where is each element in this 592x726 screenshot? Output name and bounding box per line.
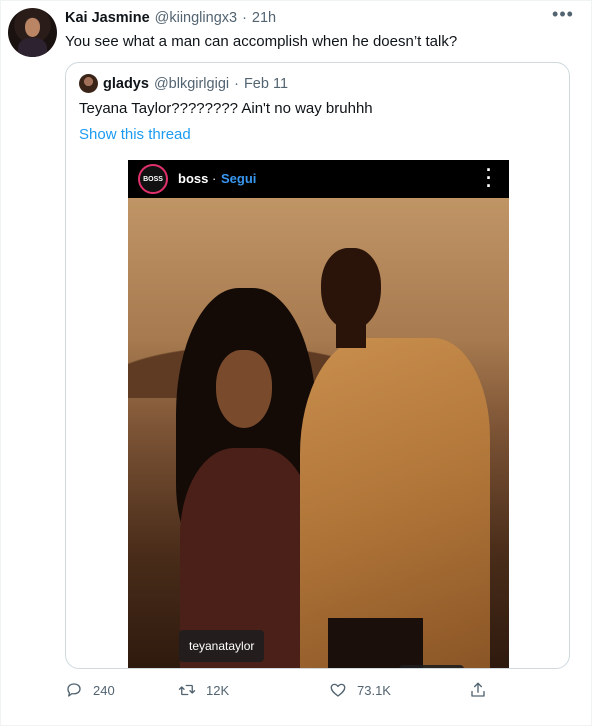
show-thread-link[interactable]: Show this thread — [79, 126, 191, 143]
tweet-text: You see what a man can accomplish when h… — [65, 33, 458, 50]
share-button[interactable] — [469, 681, 487, 699]
more-horizontal-icon[interactable]: ••• — [549, 5, 577, 27]
retweet-button[interactable]: 12K — [178, 681, 229, 699]
quoted-header-separator: · — [234, 75, 239, 92]
reply-icon — [67, 683, 81, 697]
author-handle[interactable]: @kiinglingx3 — [155, 10, 237, 26]
man-head — [321, 248, 381, 330]
instagram-username: boss — [178, 171, 209, 186]
photo-scene: teyanataylor khaby00 — [128, 198, 509, 668]
avatar-body — [18, 38, 47, 57]
man-legs — [328, 618, 423, 668]
retweet-count: 12K — [206, 682, 230, 698]
heart-icon — [330, 683, 346, 697]
tweet[interactable]: Kai Jasmine @kiinglingx3 · 21h ••• You s… — [0, 0, 592, 726]
photo-tag: teyanataylor — [179, 630, 265, 662]
quoted-author-handle: @blkgirlgigi — [153, 75, 230, 92]
like-count: 73.1K — [357, 682, 391, 698]
boss-logo: BOSS — [138, 164, 168, 194]
reply-count: 240 — [93, 682, 115, 698]
quoted-tweet[interactable]: gladys @blkgirlgigi · Feb 11 Teyana Tayl… — [65, 62, 570, 669]
instagram-follow: Segui — [221, 171, 257, 186]
quoted-header: gladys @blkgirlgigi · Feb 11 — [79, 74, 288, 93]
retweet-icon — [178, 684, 196, 696]
quoted-author-name: gladys — [103, 75, 149, 92]
quoted-text: Teyana Taylor???????? Ain't no way bruhh… — [79, 100, 373, 117]
woman-face — [216, 350, 272, 428]
quoted-avatar — [79, 74, 98, 93]
tweet-actions: 240 12K 73.1K — [65, 681, 505, 705]
tweet-time[interactable]: 21h — [252, 10, 276, 26]
quoted-photo[interactable]: BOSS boss · Segui ··· teyanataylor khaby… — [128, 160, 509, 668]
header-separator: · — [242, 10, 247, 26]
share-icon — [471, 682, 485, 697]
author-name[interactable]: Kai Jasmine — [65, 10, 150, 26]
instagram-header: BOSS boss · Segui · · · — [128, 160, 509, 198]
avatar-face — [25, 18, 40, 37]
quoted-time: Feb 11 — [243, 75, 289, 92]
like-button[interactable]: 73.1K — [329, 681, 391, 699]
instagram-separator: · — [212, 171, 217, 186]
author-avatar[interactable] — [8, 8, 57, 57]
photo-tag: khaby00 — [399, 665, 465, 668]
more-vertical-icon: · · · — [486, 160, 492, 196]
reply-button[interactable]: 240 — [65, 681, 115, 699]
tweet-header: Kai Jasmine @kiinglingx3 · 21h — [65, 10, 276, 26]
